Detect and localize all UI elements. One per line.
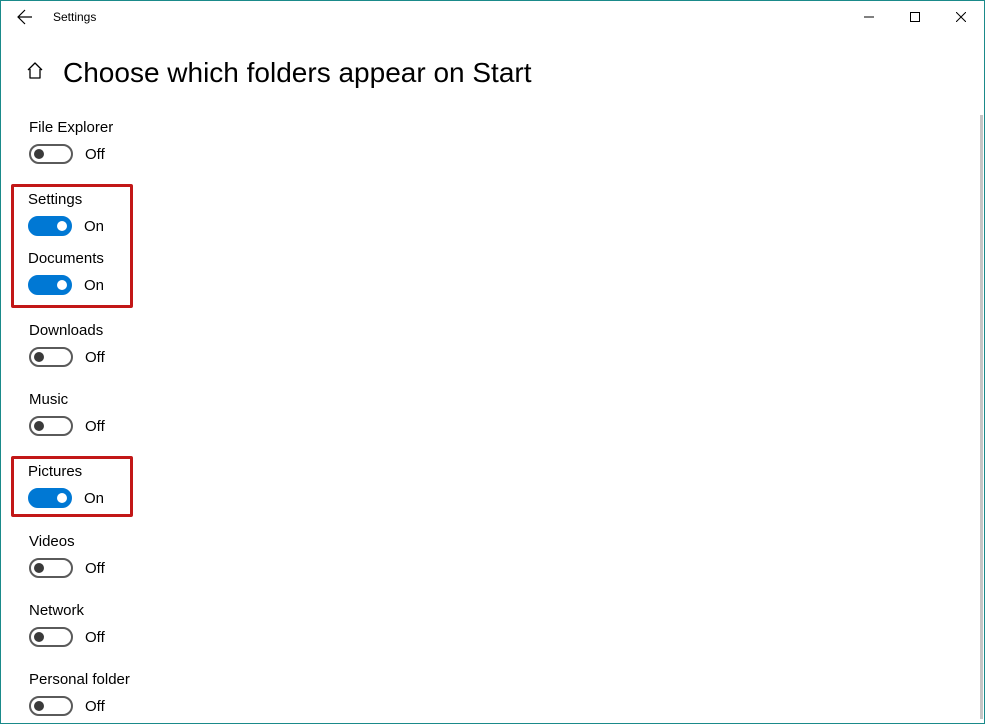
toggle-switch-documents[interactable] <box>28 275 72 295</box>
toggle-downloads: Downloads Off <box>25 318 601 373</box>
toggle-state: Off <box>85 146 105 163</box>
toggle-label: Music <box>29 391 597 408</box>
highlight-box: Pictures On <box>11 456 133 517</box>
toggle-state: Off <box>85 418 105 435</box>
toggle-state: On <box>84 277 104 294</box>
toggle-switch-file-explorer[interactable] <box>29 144 73 164</box>
toggle-label: File Explorer <box>29 119 597 136</box>
settings-list: File Explorer Off Settings On Documents … <box>1 107 601 722</box>
toggle-state: Off <box>85 629 105 646</box>
toggle-state: Off <box>85 698 105 715</box>
toggle-switch-network[interactable] <box>29 627 73 647</box>
toggle-switch-videos[interactable] <box>29 558 73 578</box>
minimize-icon <box>864 12 874 22</box>
close-button[interactable] <box>938 1 984 33</box>
toggle-label: Pictures <box>28 463 126 480</box>
back-button[interactable] <box>1 1 49 33</box>
toggle-switch-personal-folder[interactable] <box>29 696 73 716</box>
page-header: Choose which folders appear on Start <box>1 33 984 107</box>
toggle-state: On <box>84 218 104 235</box>
toggle-switch-settings[interactable] <box>28 216 72 236</box>
toggle-label: Videos <box>29 533 597 550</box>
toggle-personal-folder: Personal folder Off <box>25 667 601 722</box>
highlight-box: Settings On Documents On <box>11 184 133 308</box>
toggle-music: Music Off <box>25 387 601 442</box>
toggle-label: Personal folder <box>29 671 597 688</box>
toggle-label: Documents <box>28 250 126 267</box>
toggle-switch-downloads[interactable] <box>29 347 73 367</box>
window-title: Settings <box>49 10 96 24</box>
page-title: Choose which folders appear on Start <box>63 57 532 89</box>
toggle-file-explorer: File Explorer Off <box>25 115 601 170</box>
close-icon <box>956 12 966 22</box>
toggle-pictures: Pictures On <box>28 461 126 510</box>
toggle-network: Network Off <box>25 598 601 653</box>
toggle-label: Network <box>29 602 597 619</box>
scrollbar[interactable] <box>980 115 983 719</box>
toggle-state: Off <box>85 349 105 366</box>
toggle-settings: Settings On <box>28 187 126 238</box>
toggle-videos: Videos Off <box>25 529 601 584</box>
toggle-switch-pictures[interactable] <box>28 488 72 508</box>
toggle-switch-music[interactable] <box>29 416 73 436</box>
home-icon[interactable] <box>25 61 45 86</box>
toggle-state: Off <box>85 560 105 577</box>
toggle-label: Settings <box>28 191 126 208</box>
titlebar: Settings <box>1 1 984 33</box>
minimize-button[interactable] <box>846 1 892 33</box>
maximize-button[interactable] <box>892 1 938 33</box>
back-arrow-icon <box>17 9 33 25</box>
toggle-documents: Documents On <box>28 246 126 297</box>
toggle-label: Downloads <box>29 322 597 339</box>
window-controls <box>846 1 984 33</box>
maximize-icon <box>910 12 920 22</box>
toggle-state: On <box>84 490 104 507</box>
